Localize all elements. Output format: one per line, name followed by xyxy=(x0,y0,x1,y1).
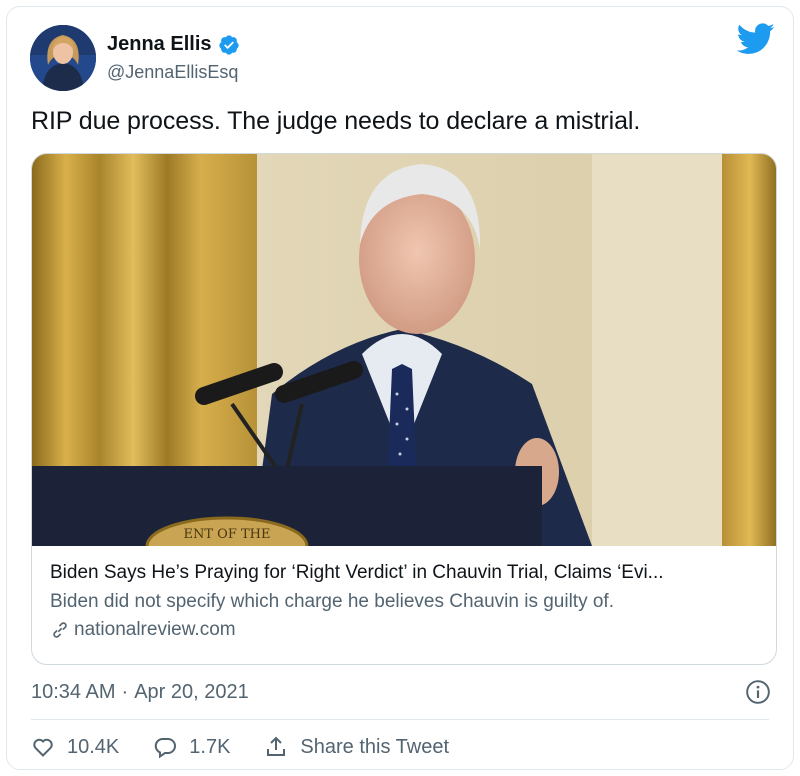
verified-badge-icon xyxy=(218,34,239,55)
tweet-card: Jenna Ellis @JennaEllisEsq RIP due proce… xyxy=(6,6,794,770)
tweet-text: RIP due process. The judge needs to decl… xyxy=(31,107,641,135)
share-label[interactable]: Share this Tweet xyxy=(300,736,449,759)
reply-count: 1.7K xyxy=(189,735,231,758)
share-icon xyxy=(267,736,286,756)
link-domain[interactable]: nationalreview.com xyxy=(50,619,762,641)
timestamp-separator: · xyxy=(121,681,129,703)
link-description[interactable]: Biden did not specify which charge he be… xyxy=(50,591,762,613)
user-handle[interactable]: @JennaEllisEsq xyxy=(107,62,238,83)
link-meta[interactable]: Biden Says He’s Praying for ‘Right Verdi… xyxy=(50,562,762,641)
tweet-time[interactable]: 10:34 AM xyxy=(31,681,116,704)
tweet-date[interactable]: Apr 20, 2021 xyxy=(134,681,249,704)
share-button[interactable]: Share this Tweet xyxy=(264,735,449,759)
link-icon xyxy=(53,622,67,638)
link-title[interactable]: Biden Says He’s Praying for ‘Right Verdi… xyxy=(50,562,762,587)
user-name-text[interactable]: Jenna Ellis xyxy=(107,33,212,56)
avatar[interactable] xyxy=(30,25,96,91)
divider xyxy=(31,719,769,720)
tweet-actions: 10.4K 1.7K Share this Tweet xyxy=(31,735,483,759)
heart-icon xyxy=(33,738,53,757)
like-button[interactable]: 10.4K xyxy=(31,735,119,759)
like-count: 10.4K xyxy=(67,735,120,758)
twitter-bird-icon[interactable] xyxy=(737,23,775,55)
reply-button[interactable]: 1.7K xyxy=(153,735,230,759)
link-preview-card[interactable]: ENT OF THE Biden Says He’s Praying for ‘… xyxy=(31,153,777,665)
info-icon[interactable] xyxy=(745,679,771,705)
link-domain-text[interactable]: nationalreview.com xyxy=(74,619,236,641)
user-name[interactable]: Jenna Ellis xyxy=(107,33,240,56)
link-preview-image[interactable]: ENT OF THE xyxy=(32,154,777,546)
seal-text: ENT OF THE xyxy=(184,527,271,542)
tweet-timestamp[interactable]: 10:34 AM · Apr 20, 2021 xyxy=(31,681,249,704)
reply-icon xyxy=(155,738,177,759)
